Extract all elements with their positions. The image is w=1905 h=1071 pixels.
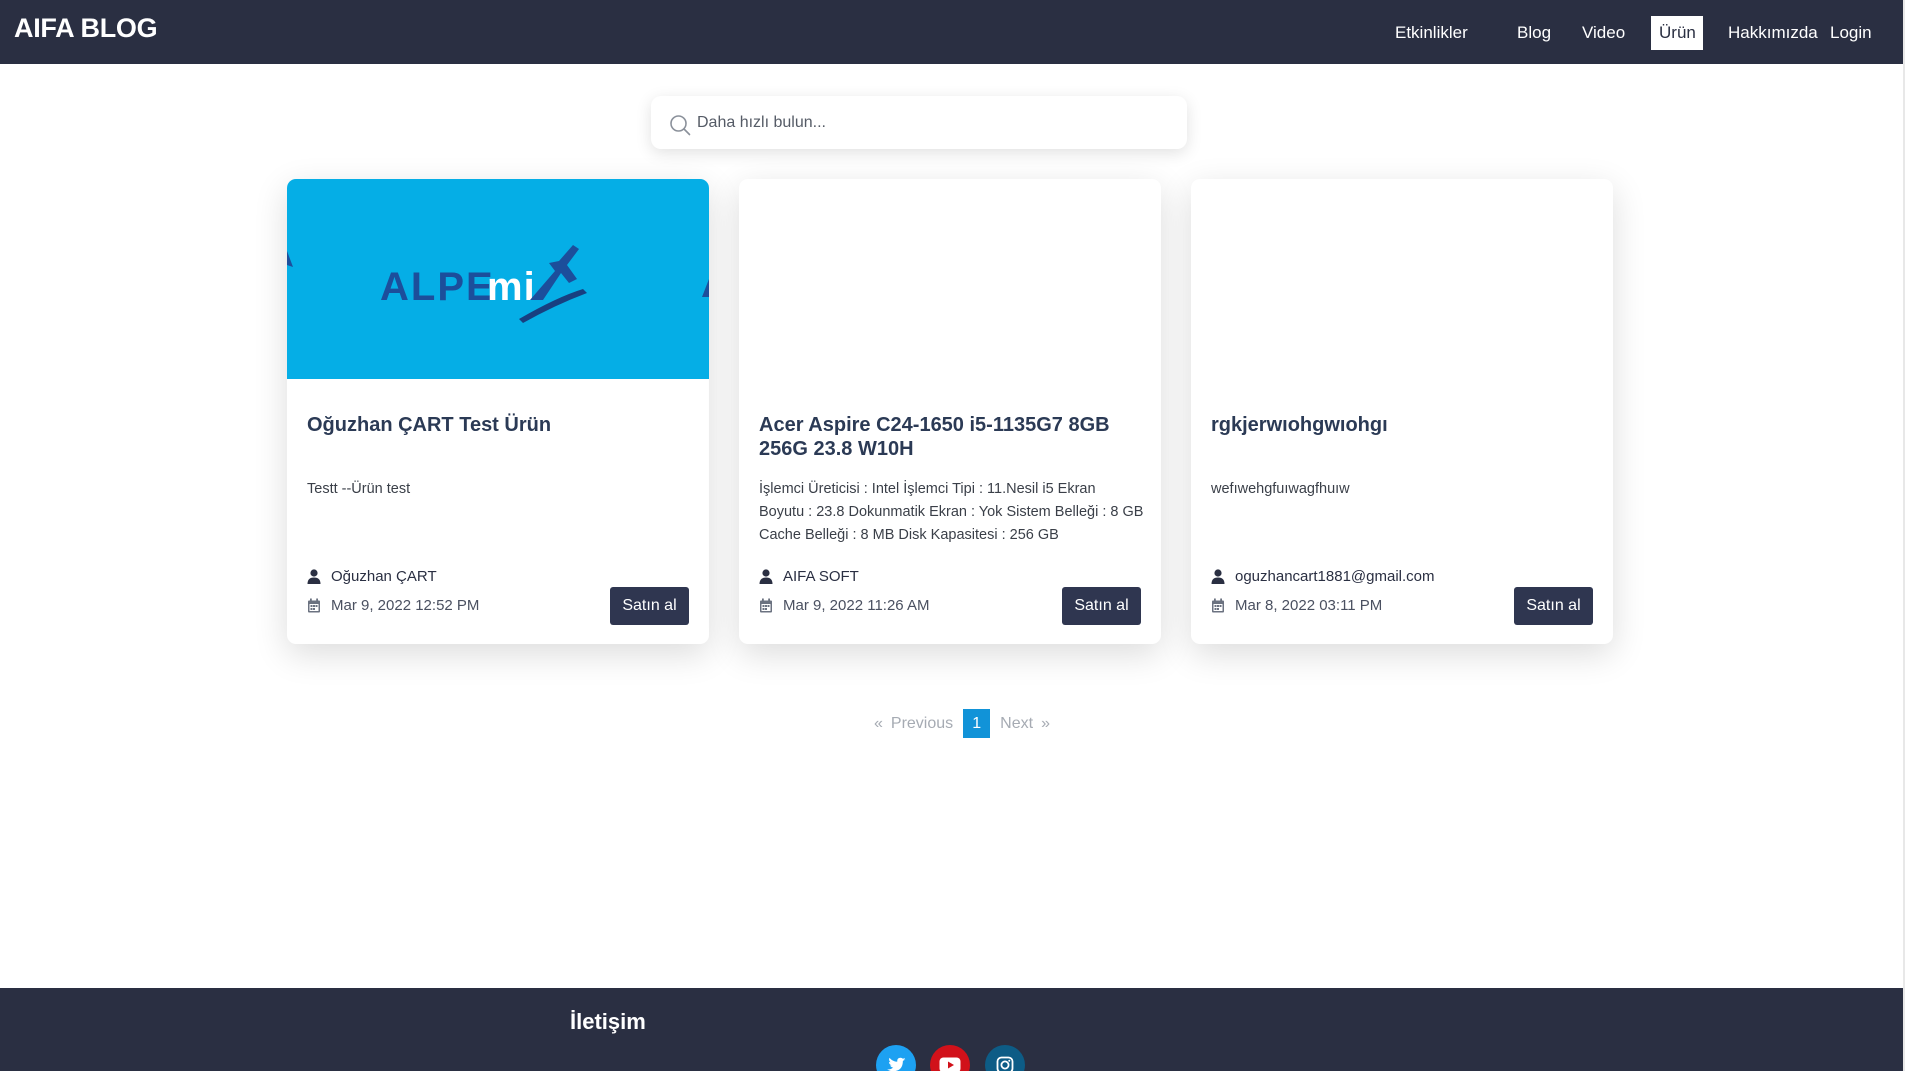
card-date: Mar 8, 2022 03:11 PM [1211,595,1382,615]
footer-title: İletişim [570,1009,646,1034]
instagram-icon [996,1056,1014,1071]
buy-button[interactable]: Satın al [1514,587,1593,625]
card-author-name: AIFA SOFT [783,567,859,585]
calendar-icon [1212,598,1224,612]
youtube-link[interactable] [930,1045,970,1071]
card-image-empty[interactable] [1191,179,1613,379]
nav-link-login[interactable]: Login [1822,16,1880,50]
pagination-previous[interactable]: Previous [887,709,957,738]
pagination: « Previous 1 Next » [870,709,1054,738]
card-author: AIFA SOFT [759,566,859,586]
svg-text:ALPE: ALPE [380,265,495,309]
svg-text:mi: mi [487,265,536,309]
pagination-current-page[interactable]: 1 [963,709,991,738]
nav-link-hakkimizda[interactable]: Hakkımızda [1720,16,1826,50]
search-icon [670,115,691,136]
card-title[interactable]: rgkjerwıohgwıohgı [1211,413,1596,437]
navbar: AIFA BLOG Etkinlikler Blog Video Ürün Ha… [0,0,1905,64]
pagination-prev-arrow[interactable]: « [870,709,887,738]
user-icon [759,568,773,584]
card-description: Testt --Ürün test [307,481,411,497]
card-date-text: Mar 8, 2022 03:11 PM [1235,596,1383,614]
product-card: ALPE mi Oğuzhan ÇART Test Ürün Testt --Ü… [287,179,709,644]
card-description: İşlemci Üreticisi : Intel İşlemci Tipi :… [759,481,1144,543]
instagram-link[interactable] [985,1045,1025,1071]
calendar-icon [308,598,320,612]
alpemix-logo: ALPE mi [287,245,709,323]
product-card: Acer Aspire C24-1650 i5-1135G7 8GB 256G … [739,179,1161,644]
nav-link-video[interactable]: Video [1574,16,1633,50]
search-box [651,96,1187,149]
youtube-icon [939,1057,961,1071]
card-image-alpemix[interactable]: ALPE mi [287,179,709,379]
page: AIFA BLOG Etkinlikler Blog Video Ürün Ha… [0,0,1905,1071]
card-date-text: Mar 9, 2022 12:52 PM [331,596,480,614]
buy-button[interactable]: Satın al [1062,587,1141,625]
pagination-next[interactable]: Next [996,709,1037,738]
nav-link-etkinlikler[interactable]: Etkinlikler [1387,16,1476,50]
nav-link-blog[interactable]: Blog [1509,16,1559,50]
buy-button[interactable]: Satın al [610,587,689,625]
card-date: Mar 9, 2022 12:52 PM [307,595,479,615]
card-image-empty[interactable] [739,179,1161,379]
brand-logo[interactable]: AIFA BLOG [14,13,158,44]
card-author-name: oguzhancart1881@gmail.com [1235,567,1435,585]
pagination-next-arrow[interactable]: » [1037,709,1054,738]
nav-link-urun[interactable]: Ürün [1651,16,1703,50]
card-date: Mar 9, 2022 11:26 AM [759,595,929,615]
calendar-icon [760,598,772,612]
user-icon [1211,568,1225,584]
search-input[interactable] [697,96,1167,149]
card-author: Oğuzhan ÇART [307,566,437,586]
twitter-link[interactable] [876,1045,916,1071]
card-date-text: Mar 9, 2022 11:26 AM [783,596,930,614]
twitter-icon [887,1057,906,1071]
card-author-name: Oğuzhan ÇART [331,567,437,585]
card-author: oguzhancart1881@gmail.com [1211,566,1435,586]
card-title[interactable]: Oğuzhan ÇART Test Ürün [307,413,692,437]
card-description: wefıwehgfuıwagfhuıw [1211,481,1350,497]
card-title[interactable]: Acer Aspire C24-1650 i5-1135G7 8GB 256G … [759,413,1144,461]
user-icon [307,568,321,584]
product-card: rgkjerwıohgwıohgı wefıwehgfuıwagfhuıw og… [1191,179,1613,644]
footer: İletişim [0,988,1905,1071]
